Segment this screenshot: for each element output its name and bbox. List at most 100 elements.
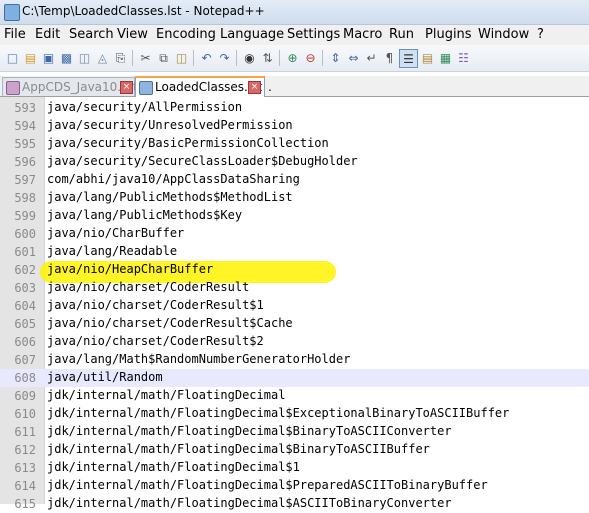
code-line[interactable]: 593 java/security/AllPermission (0, 99, 589, 117)
code-text[interactable]: java/lang/Readable (47, 244, 177, 258)
user-language-icon[interactable]: ▤ (419, 49, 436, 66)
code-text[interactable]: java/security/BasicPermissionCollection (47, 136, 329, 150)
code-text[interactable]: java/nio/charset/CoderResult (47, 280, 249, 294)
tab-overflow-marker: . (268, 80, 272, 94)
code-line[interactable]: 615 jdk/internal/math/FloatingDecimal$ASC… (0, 495, 589, 513)
zoom-in-icon[interactable]: ⊕ (284, 49, 301, 66)
code-text[interactable]: java/security/AllPermission (47, 100, 242, 114)
code-line[interactable]: 603 java/nio/charset/CoderResult (0, 279, 589, 297)
toolbar: □ ▤ ▣ ▩ ◫ ◬ ⎘ ✂ ⧉ ◫ ↶ ↷ ◉ ⇅ ⊕ ⊖ ⇕ ⇔ ↵ ¶ … (0, 45, 589, 72)
find-icon[interactable]: ◉ (241, 49, 258, 66)
replace-icon[interactable]: ⇅ (259, 49, 276, 66)
code-line[interactable]: 602 java/nio/HeapCharBuffer (0, 261, 589, 279)
line-number: 603 (14, 281, 36, 295)
toolbar-separator (132, 50, 133, 66)
line-number: 598 (14, 191, 36, 205)
word-wrap-icon[interactable]: ↵ (363, 49, 380, 66)
code-text[interactable]: java/security/SecureClassLoader$DebugHol… (47, 154, 358, 168)
new-file-icon[interactable]: □ (4, 49, 21, 66)
code-line[interactable]: 595 java/security/BasicPermissionCollecti… (0, 135, 589, 153)
code-line[interactable]: 607 java/lang/Math$RandomNumberGeneratorH… (0, 351, 589, 369)
code-line[interactable]: 608 java/util/Random (0, 369, 589, 387)
tab-close-icon[interactable]: × (120, 81, 133, 94)
undo-icon[interactable]: ↶ (198, 49, 215, 66)
menu-plugins[interactable]: Plugins (425, 27, 472, 42)
code-text[interactable]: java/lang/PublicMethods$MethodList (47, 190, 293, 204)
menu-settings[interactable]: Settings (287, 27, 340, 42)
code-line[interactable]: 594 java/security/UnresolvedPermission (0, 117, 589, 135)
code-line[interactable]: 596 java/security/SecureClassLoader$Debug… (0, 153, 589, 171)
line-number: 597 (14, 173, 36, 187)
code-text[interactable]: jdk/internal/math/FloatingDecimal$Prepar… (47, 478, 488, 492)
code-text[interactable]: jdk/internal/math/FloatingDecimal$Binary… (47, 442, 430, 456)
menu-macro[interactable]: Macro (343, 27, 382, 42)
redo-icon[interactable]: ↷ (216, 49, 233, 66)
line-number: 607 (14, 353, 36, 367)
code-line[interactable]: 600 java/nio/CharBuffer (0, 225, 589, 243)
doc-map-icon[interactable]: ▦ (437, 49, 454, 66)
code-line[interactable]: 599 java/lang/PublicMethods$Key (0, 207, 589, 225)
code-line[interactable]: 609 jdk/internal/math/FloatingDecimal (0, 387, 589, 405)
line-number: 602 (14, 263, 36, 277)
code-line[interactable]: 612 jdk/internal/math/FloatingDecimal$Bin… (0, 441, 589, 459)
menu-help[interactable]: ? (537, 27, 544, 42)
code-text[interactable]: jdk/internal/math/FloatingDecimal$1 (47, 460, 300, 474)
code-line[interactable]: 611 jdk/internal/math/FloatingDecimal$Bin… (0, 423, 589, 441)
code-text[interactable]: java/nio/CharBuffer (47, 226, 184, 240)
menu-search[interactable]: Search (69, 27, 114, 42)
tab-appcds-java10[interactable]: AppCDS_Java10.txt × (2, 77, 138, 96)
copy-icon[interactable]: ⧉ (155, 49, 172, 66)
code-line[interactable]: 605 java/nio/charset/CoderResult$Cache (0, 315, 589, 333)
indent-guide-icon[interactable]: ☰ (399, 49, 418, 68)
code-line[interactable]: 601 java/lang/Readable (0, 243, 589, 261)
editor-pane[interactable]: 593 java/security/AllPermission 594 java/se… (0, 97, 589, 511)
code-text[interactable]: java/nio/HeapCharBuffer (47, 262, 213, 276)
code-text[interactable]: jdk/internal/math/FloatingDecimal$Except… (47, 406, 509, 420)
zoom-out-icon[interactable]: ⊖ (302, 49, 319, 66)
code-text[interactable]: java/nio/charset/CoderResult$1 (47, 298, 264, 312)
paste-icon[interactable]: ◫ (173, 49, 190, 66)
menu-run[interactable]: Run (389, 27, 414, 42)
open-file-icon[interactable]: ▤ (22, 49, 39, 66)
print-icon[interactable]: ⎘ (112, 49, 129, 66)
sync-horizontal-icon[interactable]: ⇔ (345, 49, 362, 66)
code-text[interactable]: jdk/internal/math/FloatingDecimal (47, 388, 285, 402)
code-line[interactable]: 597 com/abhi/java10/AppClassDataSharing (0, 171, 589, 189)
code-text[interactable]: java/security/UnresolvedPermission (47, 118, 293, 132)
menu-window[interactable]: Window (478, 27, 529, 42)
code-line[interactable]: 604 java/nio/charset/CoderResult$1 (0, 297, 589, 315)
close-file-icon[interactable]: ◫ (76, 49, 93, 66)
save-icon[interactable]: ▣ (40, 49, 57, 66)
sync-vertical-icon[interactable]: ⇕ (327, 49, 344, 66)
code-line[interactable]: 610 jdk/internal/math/FloatingDecimal$Exc… (0, 405, 589, 423)
code-line[interactable]: 606 java/nio/charset/CoderResult$2 (0, 333, 589, 351)
code-line[interactable]: 598 java/lang/PublicMethods$MethodList (0, 189, 589, 207)
close-all-icon[interactable]: ◬ (94, 49, 111, 66)
function-list-icon[interactable]: ☷ (455, 49, 472, 66)
code-text[interactable]: jdk/internal/math/FloatingDecimal$ASCIIT… (47, 496, 452, 510)
code-text[interactable]: java/lang/PublicMethods$Key (47, 208, 242, 222)
save-all-icon[interactable]: ▩ (58, 49, 75, 66)
tab-close-icon[interactable]: × (248, 81, 261, 94)
code-line[interactable]: 613 jdk/internal/math/FloatingDecimal$1 (0, 459, 589, 477)
line-number: 615 (14, 497, 36, 511)
menu-view[interactable]: View (117, 27, 148, 42)
code-line[interactable]: 614 jdk/internal/math/FloatingDecimal$Pre… (0, 477, 589, 495)
code-text[interactable]: jdk/internal/math/FloatingDecimal$Binary… (47, 424, 452, 438)
menu-edit[interactable]: Edit (35, 27, 60, 42)
menu-language[interactable]: Language (220, 27, 284, 42)
code-text[interactable]: java/nio/charset/CoderResult$Cache (47, 316, 293, 330)
show-all-chars-icon[interactable]: ¶ (381, 49, 398, 66)
menu-file[interactable]: File (4, 27, 26, 42)
line-number: 599 (14, 209, 36, 223)
code-text[interactable]: com/abhi/java10/AppClassDataSharing (47, 172, 300, 186)
code-text[interactable]: java/lang/Math$RandomNumberGeneratorHold… (47, 352, 350, 366)
line-number: 611 (14, 425, 36, 439)
menu-encoding[interactable]: Encoding (156, 27, 216, 42)
code-text[interactable]: java/nio/charset/CoderResult$2 (47, 334, 264, 348)
cut-icon[interactable]: ✂ (137, 49, 154, 66)
line-number: 610 (14, 407, 36, 421)
line-number: 606 (14, 335, 36, 349)
tab-loadedclasses[interactable]: LoadedClasses.lst × (135, 76, 265, 98)
code-text[interactable]: java/util/Random (47, 370, 163, 384)
